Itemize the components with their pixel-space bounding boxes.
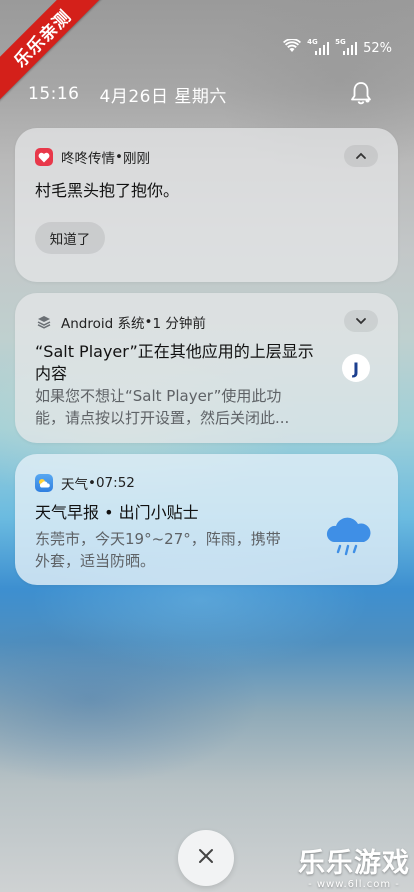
- status-bar: 4G 5G 52%: [283, 38, 392, 57]
- bottom-watermark: 乐乐游戏 - www.6ll.com -: [296, 848, 412, 891]
- weather-icon: [35, 474, 53, 492]
- notification-header: 天气 • 07:52: [35, 473, 135, 493]
- close-icon: [198, 848, 214, 868]
- title-line-2: 内容: [35, 364, 68, 383]
- watermark-title: 乐乐游戏: [298, 848, 410, 879]
- expand-chevron-down-icon[interactable]: [344, 310, 378, 332]
- notification-time: 1 分钟前: [152, 316, 206, 332]
- notification-time: 刚刚: [122, 151, 150, 167]
- battery-level: 52%: [363, 40, 392, 56]
- notification-body: 东莞市，今天19°~27°，阵雨，携带 外套，适当防晒。: [35, 528, 281, 572]
- notification-card-android-system[interactable]: Android 系统 • 1 分钟前 “Salt Player”正在其他应用的上…: [15, 293, 398, 443]
- separator: •: [115, 149, 123, 165]
- android-system-icon: [35, 313, 53, 331]
- cellular-signal-icon-sim1: 4G: [307, 38, 330, 55]
- notification-settings-bell-icon[interactable]: [348, 80, 374, 106]
- acknowledge-button[interactable]: 知道了: [35, 222, 105, 254]
- app-name: Android 系统: [61, 316, 145, 332]
- notification-message: 村毛黑头抱了抱你。: [35, 181, 180, 200]
- collapse-chevron-up-icon[interactable]: [344, 145, 378, 167]
- notification-card-dongdong[interactable]: 咚咚传情 • 刚刚 村毛黑头抱了抱你。 知道了: [15, 128, 398, 282]
- body-line-2: 能，请点按以打开设置，然后关闭此...: [35, 409, 290, 427]
- body-line-2: 外套，适当防晒。: [35, 552, 156, 570]
- notification-header: 咚咚传情 • 刚刚: [35, 147, 150, 167]
- title-line-1: “Salt Player”正在其他应用的上层显示: [35, 342, 314, 361]
- clear-all-close-button[interactable]: [178, 830, 234, 886]
- body-line-1: 如果您不想让“Salt Player”使用此功: [35, 387, 282, 405]
- date-label: 4月26日 星期六: [99, 86, 227, 107]
- notification-title: “Salt Player”正在其他应用的上层显示 内容: [35, 341, 314, 385]
- separator: •: [88, 475, 96, 491]
- app-name: 天气: [61, 477, 88, 493]
- notification-card-weather[interactable]: 天气 • 07:52 天气早报 • 出门小贴士 东莞市，今天19°~27°，阵雨…: [15, 454, 398, 585]
- cellular-signal-icon-sim2: 5G: [335, 38, 358, 55]
- body-line-1: 东莞市，今天19°~27°，阵雨，携带: [35, 530, 281, 548]
- separator: •: [144, 314, 153, 330]
- notification-title: 天气早报 • 出门小贴士: [35, 503, 199, 522]
- clock-time: 15:16: [28, 84, 80, 104]
- rain-cloud-icon: [324, 514, 372, 558]
- app-name: 咚咚传情: [61, 151, 115, 167]
- notification-time: 07:52: [95, 475, 135, 491]
- notification-body: 如果您不想让“Salt Player”使用此功 能，请点按以打开设置，然后关闭此…: [35, 385, 289, 429]
- wifi-icon: [283, 38, 302, 57]
- time-date-row: 15:16 4月26日 星期六: [28, 82, 227, 107]
- watermark-url: - www.6ll.com -: [308, 879, 400, 890]
- heart-icon: [35, 148, 53, 166]
- salt-player-app-icon: J: [342, 354, 370, 382]
- notification-header: Android 系统 • 1 分钟前: [35, 312, 206, 332]
